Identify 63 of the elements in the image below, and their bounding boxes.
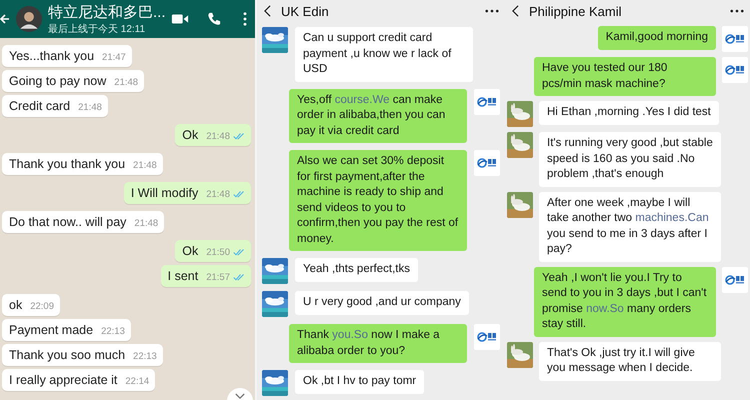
message-bubble: Yeah ,I won't lie you.I Try to send to you in 3 days ,but I can't promise now.So many orders stay still. <box>534 266 716 336</box>
message-text: Ok <box>182 127 198 143</box>
message-time: 21:57 <box>206 272 230 284</box>
message-time: 21:48 <box>133 160 157 172</box>
link[interactable]: machines.Can <box>635 212 709 224</box>
chevron-down-icon <box>235 393 245 400</box>
link[interactable]: now.So <box>586 302 624 314</box>
message-time: 21:47 <box>102 52 126 64</box>
message-bubble: Have you tested our 180 pcs/min mask machine? <box>534 57 716 96</box>
message-bubble: Also we can set 30% deposit for first payment,after the machine is ready to ship and send videos to you to confirm,then you pay the rest of money. <box>289 150 467 251</box>
message-text: Ok <box>182 243 198 259</box>
more-icon[interactable] <box>730 9 744 13</box>
back-arrow-icon[interactable] <box>0 13 10 25</box>
message-bubble: Kamil,good morning <box>598 26 716 50</box>
menu-icon[interactable] <box>243 12 247 26</box>
more-icon[interactable] <box>485 9 499 13</box>
message-bubble: It's running very good ,but stable speed is 160 as you said .No problem ,that's enough <box>539 132 721 186</box>
link[interactable]: you.So <box>332 329 368 341</box>
video-call-icon[interactable] <box>171 12 189 26</box>
back-chevron-icon[interactable] <box>512 5 519 17</box>
message-text: Going to pay now <box>9 73 106 89</box>
message-text: I really appreciate it <box>9 372 118 388</box>
message-text: Credit card <box>9 98 70 114</box>
message-text: Yes...thank you <box>9 48 94 64</box>
link[interactable]: course.We <box>334 94 390 106</box>
logo-icon <box>722 26 748 52</box>
message-text: Thank you soo much <box>9 347 126 363</box>
avatar-icon[interactable] <box>16 6 42 32</box>
message-time: 22:14 <box>125 376 150 388</box>
message-time: 22:13 <box>101 326 125 338</box>
message-bubble: Thank you.So now I make a alibaba order to you? <box>289 324 467 363</box>
contact-name: UK Edin <box>281 4 330 18</box>
message-bubble: Hi Ethan ,morning .Yes I did test <box>539 101 719 124</box>
message-time: 21:50 <box>206 247 230 259</box>
logo-icon <box>474 150 500 176</box>
message-time: 21:48 <box>114 77 138 89</box>
message-text: Payment made <box>9 322 94 338</box>
message-bubble: That's Ok ,just try it.I will give you message when I decide. <box>539 342 721 380</box>
message-time: 21:48 <box>206 131 230 143</box>
message-time: 21:48 <box>78 102 102 114</box>
logo-icon <box>474 324 500 350</box>
message-text: I sent <box>168 268 198 284</box>
message-text: Do that now.. will pay <box>9 214 126 230</box>
message-bubble: Ok ,bt I hv to pay tomr <box>295 370 424 394</box>
last-seen-status: 最后上线于今天 12:11 <box>48 22 146 36</box>
logo-icon <box>722 57 748 83</box>
message-bubble: Yes,off course.We can make order in alibaba,then you can pay it via credit card <box>289 88 467 143</box>
contact-name[interactable]: 特立尼达和多巴... <box>48 2 166 22</box>
contact-name: Philippine Kamil <box>529 4 622 18</box>
message-bubble: Can u support credit card payment ,u know we r lack of USD <box>295 27 473 82</box>
back-chevron-icon[interactable] <box>264 5 271 17</box>
message-bubble: U r very good ,and ur company <box>295 291 469 314</box>
message-text: I Will modify <box>130 185 198 201</box>
message-bubble: After one week ,maybe I will take another two machines.Can you send to me in 3 days after I pay? <box>539 192 721 262</box>
message-bubble: Yeah ,thts perfect,tks <box>295 258 418 282</box>
message-time: 21:48 <box>134 218 158 230</box>
message-time: 22:09 <box>30 301 54 313</box>
logo-icon <box>722 266 748 292</box>
message-text: Thank you thank you <box>9 156 126 172</box>
logo-icon <box>474 88 500 114</box>
message-text: ok <box>9 297 22 313</box>
message-time: 22:13 <box>133 351 157 363</box>
message-time: 21:48 <box>206 189 230 201</box>
